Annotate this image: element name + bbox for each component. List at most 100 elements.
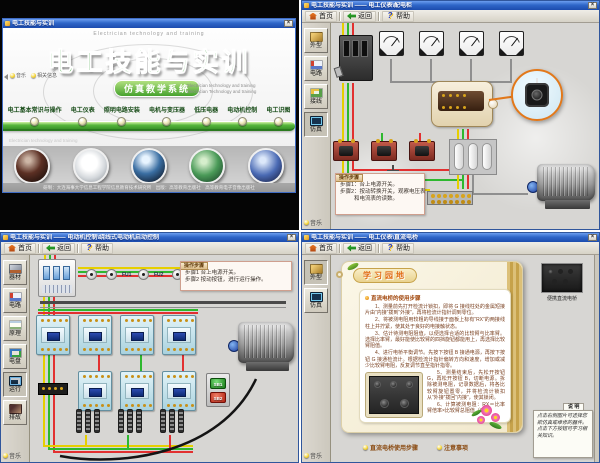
back-button[interactable]: 返回	[343, 11, 376, 22]
toolbar-separator	[378, 244, 380, 253]
menu-item-motors-transformers[interactable]: 电机与变压器	[149, 108, 185, 126]
portable-bridge-thumbnail[interactable]	[541, 263, 583, 293]
back-button[interactable]: 返回	[42, 243, 75, 254]
menu-sphere-icon[interactable]	[117, 117, 126, 126]
terminal-block	[38, 383, 68, 395]
photo-gallery	[3, 146, 295, 186]
menu-sphere-icon[interactable]	[202, 117, 211, 126]
help-icon	[85, 244, 93, 252]
back-arrow-icon	[46, 245, 55, 252]
window-motor-control-sim: 电工技能与实训 —— 电动机控制\绕线式电动机启动控制 首页 返回 帮助 器材 …	[0, 232, 299, 463]
menu-sphere-icon[interactable]	[274, 117, 283, 126]
close-button[interactable]	[588, 2, 597, 9]
simulation-canvas: 操作步骤 步骤1：合上电源开关。 步骤2：按动转换开关，观察电压表 和电流表的读…	[331, 23, 599, 229]
meter-corner	[396, 48, 403, 55]
breaker-handle[interactable]	[334, 66, 344, 78]
resistor-coil	[160, 409, 166, 433]
right-edge-strip	[594, 255, 599, 462]
menu-item-drawings[interactable]: 电工识图	[266, 108, 290, 126]
breaker-pole	[53, 266, 60, 280]
equipment-icon	[9, 264, 22, 274]
home-button[interactable]: 首页	[305, 243, 337, 254]
contactor-terminals	[167, 404, 170, 407]
contactor-terminals	[83, 348, 86, 351]
ct-core	[339, 146, 353, 156]
toolbar-separator	[339, 244, 341, 253]
stop-button[interactable]: SB2	[210, 392, 226, 403]
sidebar-view-wiring[interactable]: 接线	[304, 84, 328, 109]
sidebar-view-appearance[interactable]: 外型	[304, 28, 328, 53]
contactor-label-chip	[173, 332, 186, 341]
link-ball-icon	[437, 445, 442, 450]
sidebar-view-panel-wiring[interactable]: 电盘	[3, 344, 27, 369]
menu-sphere-icon[interactable]	[162, 117, 171, 126]
sidebar-view-equipment[interactable]: 器材	[3, 260, 27, 285]
step-line: 步骤2 按动按钮，进行运行操作。	[185, 277, 288, 284]
help-button[interactable]: 帮助	[382, 11, 414, 22]
sidebar-view-circuit[interactable]: 电路	[3, 288, 27, 313]
credits-text: 研制：大连海事大学信息工程学院信息教育技术研究所 出版：高等教育出版社 高等教育…	[43, 185, 255, 191]
wire	[347, 83, 349, 179]
resistor-coil	[136, 409, 142, 433]
voltmeter-1	[459, 31, 484, 56]
menu-sphere-icon[interactable]	[238, 117, 247, 126]
breaker-pole	[352, 40, 359, 57]
menu-item-lighting[interactable]: 照明电路安装	[104, 108, 140, 126]
home-button[interactable]: 首页	[4, 243, 36, 254]
menu-sphere-icon[interactable]	[30, 117, 39, 126]
breaker-pole	[343, 40, 350, 57]
close-button[interactable]	[287, 234, 296, 241]
menu-sphere-icon[interactable]	[78, 117, 87, 126]
menu-item-instruments[interactable]: 电工仪表	[71, 108, 95, 126]
sidebar-view-simulation[interactable]: 仿真	[304, 112, 328, 137]
link-precautions[interactable]: 注意事项	[437, 443, 468, 452]
lesson-step: 3、估计待测电阻阻值，以便选择合适的比较臂与比率臂。选择比率臂，最好能使比较臂的…	[365, 331, 505, 350]
menu-item-lowvoltage[interactable]: 低压电器	[194, 108, 218, 126]
meter-corner	[436, 48, 443, 55]
close-button[interactable]	[588, 234, 597, 241]
main-breaker[interactable]	[38, 259, 76, 297]
meter-corner	[380, 48, 387, 55]
contactor-terminals	[167, 375, 170, 378]
sidebar-view-principle[interactable]: 原理	[3, 316, 27, 341]
sidebar-view-appearance[interactable]: 外型	[304, 260, 328, 285]
home-icon	[309, 13, 317, 20]
sidebar-view-run[interactable]: 运行	[3, 372, 27, 397]
home-button[interactable]: 首页	[305, 11, 337, 22]
link-usage-steps[interactable]: 直流电桥使用步骤	[363, 443, 418, 452]
sidebar-view-circuit[interactable]: 电路	[304, 56, 328, 81]
view-sidebar: 外型 仿真 音乐	[302, 255, 331, 462]
music-toggle[interactable]: 音乐	[3, 451, 21, 460]
back-arrow-icon	[347, 13, 356, 20]
wire	[472, 193, 528, 195]
window-meter-sim: 电工技能与实训 —— 电工仪表\配电柜 首页 返回 帮助 外型 电路 接线 仿真…	[301, 0, 600, 230]
menu-item-motor-control[interactable]: 电动机控制	[227, 108, 257, 126]
music-toggle[interactable]: 音乐	[304, 218, 322, 227]
ammeter-2	[419, 31, 444, 56]
breaker-pole	[361, 40, 368, 57]
help-button[interactable]: 帮助	[382, 243, 414, 254]
music-ball-icon	[304, 220, 309, 225]
start-button[interactable]: SB1	[210, 378, 226, 389]
step-line: 和电流表的读数。	[340, 196, 421, 203]
motor-base	[545, 200, 590, 209]
home-icon	[8, 245, 16, 252]
wire	[510, 59, 512, 81]
help-icon	[386, 12, 394, 20]
device-knob	[380, 399, 389, 408]
music-toggle[interactable]: 音乐	[304, 451, 322, 460]
sidebar-view-troubleshoot[interactable]: 排故	[3, 400, 27, 425]
sidebar-view-simulation[interactable]: 仿真	[304, 288, 328, 313]
menu-item-basics[interactable]: 电工基本常识与操作	[8, 108, 62, 126]
transfer-switch[interactable]	[431, 81, 493, 127]
contactor-km7	[162, 371, 196, 411]
splash-body: Electrician technology and training 音乐 相…	[3, 28, 295, 192]
close-button[interactable]	[284, 20, 293, 27]
fuse-cartridge	[482, 143, 492, 170]
motor	[228, 319, 296, 375]
steps-tab: 操作步骤	[181, 262, 208, 270]
main-breaker[interactable]	[339, 35, 373, 81]
help-button[interactable]: 帮助	[81, 243, 113, 254]
back-button[interactable]: 返回	[343, 243, 376, 254]
rotary-knob-center	[532, 90, 543, 101]
